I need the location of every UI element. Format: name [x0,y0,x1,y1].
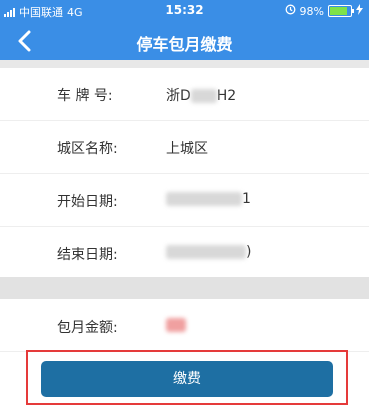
parking-info-card: 车 牌 号: 浙D H2 城区名称: 上城区 开始日期: 1 结束日期: ) [0,68,369,277]
district-label: 城区名称: [57,141,118,157]
amount-row: 包月金额: [0,299,369,352]
pay-button-highlight: 缴费 [26,350,348,405]
pay-button[interactable]: 缴费 [41,361,333,397]
amount-label: 包月金额: [57,320,118,336]
amount-value [166,317,186,333]
battery-percent: 98% [299,4,324,18]
start-date-row: 开始日期: 1 [0,174,369,227]
plate-label: 车 牌 号: [57,88,113,104]
end-date-suffix: ) [246,244,252,260]
end-date-label: 结束日期: [57,247,118,263]
charging-icon [356,4,363,18]
start-date-suffix: 1 [242,191,251,207]
end-date-value: ) [166,244,251,260]
start-date-value: 1 [166,191,251,207]
district-value: 上城区 [166,141,208,157]
redacted-text [190,89,217,103]
battery-icon [328,5,354,17]
plate-value: 浙D H2 [166,85,236,105]
plate-row: 车 牌 号: 浙D H2 [0,68,369,121]
alarm-icon [285,4,296,18]
end-date-row: 结束日期: ) [0,227,369,279]
plate-prefix: 浙D [166,88,191,104]
page-title: 停车包月缴费 [136,35,233,54]
status-right: 98% [285,4,363,18]
district-row: 城区名称: 上城区 [0,121,369,174]
page-header: 停车包月缴费 [0,22,369,60]
divider [0,60,369,68]
redacted-amount [166,318,186,332]
status-bar: 中国联通 4G 15:32 98% [0,0,369,22]
redacted-text [166,245,246,259]
redacted-text [166,192,242,206]
section-gap [0,277,369,299]
start-date-label: 开始日期: [57,194,118,210]
plate-suffix: H2 [216,88,237,104]
